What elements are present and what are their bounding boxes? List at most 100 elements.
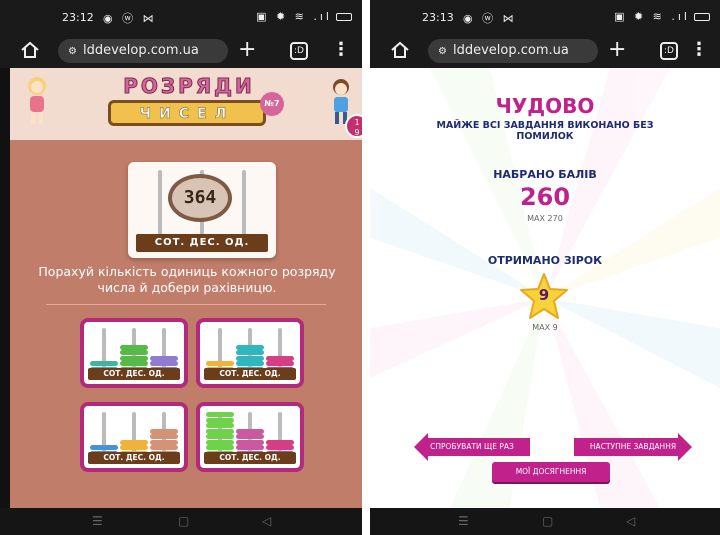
phone-left-screen: 23:12 ◉ ⓦ ⋈ ▣ ✹ ≋ .ıl ⚙ lddevelop.com.ua … bbox=[0, 0, 362, 535]
abacus-bead bbox=[206, 434, 234, 439]
home-icon[interactable] bbox=[390, 40, 410, 60]
system-nav-bar: ☰ ▢ ◁ bbox=[370, 508, 720, 535]
girl-character-illustration bbox=[28, 77, 46, 124]
tabs-button[interactable]: :D bbox=[660, 42, 678, 60]
abacus-bead bbox=[206, 439, 234, 445]
next-task-button[interactable]: НАСТУПНЕ ЗАВДАННЯ bbox=[574, 433, 692, 461]
signal-icons: ▣ ✹ ≋ .ıl bbox=[256, 10, 332, 23]
abacus-bead bbox=[266, 445, 294, 450]
abacus-bead bbox=[206, 445, 234, 450]
more-menu-icon[interactable]: ⋮ bbox=[690, 39, 708, 60]
home-nav-icon[interactable]: ▢ bbox=[542, 514, 553, 528]
abacus-bead bbox=[120, 445, 148, 450]
abacus-bead bbox=[206, 412, 234, 417]
abacus-bead bbox=[236, 434, 264, 439]
abacus-bead bbox=[120, 439, 148, 445]
result-subtitle: МАЙЖЕ ВСІ ЗАВДАННЯ ВИКОНАНО БЕЗ ПОМИЛОК bbox=[436, 120, 654, 142]
progress-total: 9 bbox=[354, 128, 360, 137]
abacus-rod bbox=[158, 170, 162, 240]
new-tab-icon[interactable]: + bbox=[238, 37, 256, 62]
place-value-labels: СОТ. ДЕС. ОД. bbox=[88, 452, 180, 464]
abacus-rod bbox=[242, 170, 246, 240]
abacus-bead bbox=[206, 417, 234, 423]
back-icon[interactable]: ◁ bbox=[262, 514, 271, 528]
abacus-bead bbox=[150, 428, 178, 434]
notification-icons: ◉ ⓦ ⋈ bbox=[463, 12, 517, 25]
more-menu-icon[interactable]: ⋮ bbox=[332, 39, 350, 60]
abacus-bead bbox=[236, 355, 264, 361]
tabs-button[interactable]: :D bbox=[290, 42, 308, 60]
site-settings-icon[interactable]: ⚙ bbox=[68, 46, 77, 57]
abacus-bead bbox=[150, 361, 178, 366]
site-settings-icon[interactable]: ⚙ bbox=[438, 46, 447, 57]
abacus-bead bbox=[150, 439, 178, 445]
abacus-bead bbox=[236, 344, 264, 350]
abacus-choice-4[interactable]: СОТ. ДЕС. ОД. bbox=[196, 402, 304, 472]
logo-subtitle: ЧИСЕЛ bbox=[108, 100, 266, 126]
battery-icon bbox=[694, 13, 710, 21]
url-text: lddevelop.com.ua bbox=[452, 43, 569, 58]
browser-toolbar: ⚙ lddevelop.com.ua + :D ⋮ bbox=[370, 34, 720, 68]
abacus-choice-2[interactable]: СОТ. ДЕС. ОД. bbox=[196, 318, 304, 388]
abacus-bead bbox=[150, 355, 178, 361]
game-header: РОЗРЯДИ ЧИСЕЛ №7 bbox=[10, 68, 362, 140]
abacus-bead bbox=[236, 445, 264, 450]
place-value-labels: СОТ. ДЕС. ОД. bbox=[88, 368, 180, 380]
recent-apps-icon[interactable]: ☰ bbox=[92, 514, 103, 528]
place-value-labels: СОТ. ДЕС. ОД. bbox=[136, 234, 268, 252]
abacus-bead bbox=[236, 439, 264, 445]
achievements-button[interactable]: МОЇ ДОСЯГНЕННЯ bbox=[492, 462, 610, 482]
stars-value: 9 bbox=[538, 286, 550, 304]
url-bar[interactable]: ⚙ lddevelop.com.ua bbox=[428, 39, 598, 63]
abacus-bead bbox=[150, 445, 178, 450]
abacus-bead bbox=[236, 428, 264, 434]
place-value-labels: СОТ. ДЕС. ОД. bbox=[204, 452, 296, 464]
abacus-bead bbox=[120, 350, 148, 355]
abacus-bead bbox=[266, 361, 294, 366]
url-text: lddevelop.com.ua bbox=[82, 43, 199, 58]
abacus-bead bbox=[266, 355, 294, 361]
task-instruction: Порахуй кількість одиниць кожного розряд… bbox=[38, 264, 336, 295]
progress-current: 1 bbox=[354, 118, 360, 127]
retry-button-label: СПРОБУВАТИ ЩЕ РАЗ bbox=[430, 442, 514, 451]
abacus-bead bbox=[150, 434, 178, 439]
abacus-bead bbox=[206, 361, 234, 366]
browser-toolbar: ⚙ lddevelop.com.ua + :D ⋮ bbox=[0, 34, 362, 68]
system-nav-bar: ☰ ▢ ◁ bbox=[0, 508, 362, 535]
next-task-button-label: НАСТУПНЕ ЗАВДАННЯ bbox=[589, 442, 677, 451]
new-tab-icon[interactable]: + bbox=[608, 37, 626, 62]
home-icon[interactable] bbox=[20, 40, 40, 60]
status-time: 23:13 bbox=[422, 11, 454, 24]
abacus-bead bbox=[120, 361, 148, 366]
result-screen: ЧУДОВО МАЙЖЕ ВСІ ЗАВДАННЯ ВИКОНАНО БЕЗ П… bbox=[370, 68, 720, 508]
battery-icon bbox=[336, 13, 352, 21]
abacus-choice-3[interactable]: СОТ. ДЕС. ОД. bbox=[80, 402, 188, 472]
abacus-bead bbox=[90, 445, 118, 450]
abacus-bead bbox=[266, 439, 294, 445]
status-bar: 23:13 ◉ ⓦ ⋈ ▣ ✹ ≋ .ıl bbox=[370, 0, 720, 34]
abacus-bead bbox=[236, 350, 264, 355]
abacus-bead bbox=[120, 355, 148, 361]
logo-number-badge: №7 bbox=[260, 92, 284, 116]
abacus-choice-1[interactable]: СОТ. ДЕС. ОД. bbox=[80, 318, 188, 388]
retry-button[interactable]: СПРОБУВАТИ ЩЕ РАЗ bbox=[414, 433, 530, 461]
phone-right-screen: 23:13 ◉ ⓦ ⋈ ▣ ✹ ≋ .ıl ⚙ lddevelop.com.ua … bbox=[370, 0, 720, 535]
score-label: НАБРАНО БАЛІВ bbox=[493, 168, 597, 181]
signal-icons: ▣ ✹ ≋ .ıl bbox=[614, 10, 690, 23]
stars-max: MAX 9 bbox=[532, 323, 558, 332]
status-time: 23:12 bbox=[62, 11, 94, 24]
divider bbox=[46, 304, 326, 305]
back-icon[interactable]: ◁ bbox=[626, 514, 635, 528]
url-bar[interactable]: ⚙ lddevelop.com.ua bbox=[58, 39, 228, 63]
score-max: MAX 270 bbox=[527, 214, 563, 223]
score-value: 260 bbox=[519, 183, 571, 211]
home-nav-icon[interactable]: ▢ bbox=[178, 514, 189, 528]
abacus-bead bbox=[120, 344, 148, 350]
progress-badge: 1 9 bbox=[345, 114, 362, 138]
recent-apps-icon[interactable]: ☰ bbox=[458, 514, 469, 528]
logo-title: РОЗРЯДИ bbox=[123, 74, 255, 99]
abacus-bead bbox=[90, 361, 118, 366]
status-bar: 23:12 ◉ ⓦ ⋈ ▣ ✹ ≋ .ıl bbox=[0, 0, 362, 34]
target-number: 364 bbox=[168, 174, 232, 222]
abacus-bead bbox=[206, 428, 234, 434]
